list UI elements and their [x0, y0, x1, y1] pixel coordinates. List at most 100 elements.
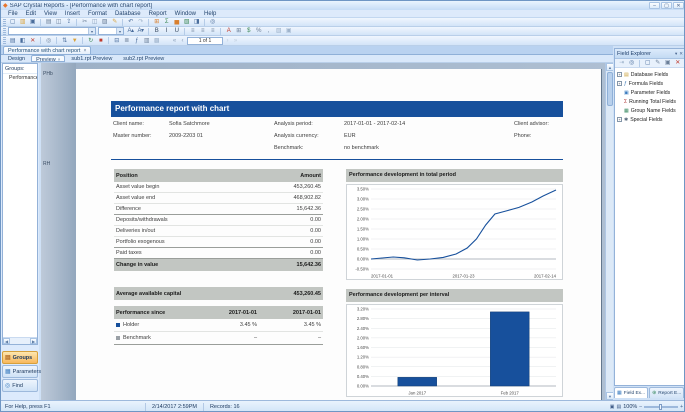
next-page-icon[interactable]: ›	[224, 38, 231, 44]
section-expert-icon[interactable]: ≣	[122, 37, 131, 45]
view-tab-sub1-rpt-preview[interactable]: sub1.rpt Preview	[66, 55, 117, 62]
find-icon[interactable]: ◎	[208, 18, 217, 26]
close-button-icon[interactable]: ✕	[673, 2, 684, 9]
paste-icon[interactable]: ▨	[100, 18, 109, 26]
toggle-group-tree-icon[interactable]: ▤	[8, 37, 17, 45]
delete-item-icon[interactable]: ✕	[673, 59, 682, 67]
insert-picture-icon[interactable]: ▧	[182, 18, 191, 26]
print-icon[interactable]: ▤	[44, 18, 53, 26]
sidebar-button-find[interactable]: ◎Find	[2, 379, 38, 392]
database-expert-icon[interactable]: ▥	[142, 37, 151, 45]
close-view-icon[interactable]: ✕	[28, 37, 37, 45]
field-explorer-item-database-fields[interactable]: +▤Database Fields	[615, 70, 685, 79]
decrease-font-icon[interactable]: A▾	[136, 27, 145, 35]
save-icon[interactable]: ▣	[28, 18, 37, 26]
currency-icon[interactable]: $	[244, 27, 253, 35]
insert-group-icon[interactable]: ⊞	[152, 18, 161, 26]
scrollbar-thumb[interactable]	[607, 72, 613, 106]
new-report-icon[interactable]: ▢	[8, 18, 17, 26]
menu-help[interactable]: Help	[200, 11, 220, 17]
menu-report[interactable]: Report	[145, 11, 171, 17]
expand-icon[interactable]: +	[617, 72, 622, 77]
close-tab-icon[interactable]: ×	[83, 48, 86, 54]
format-painter-icon[interactable]: ✎	[110, 18, 119, 26]
font-select[interactable]: ▾	[8, 27, 96, 35]
toolbar-grip[interactable]	[3, 37, 6, 44]
menu-window[interactable]: Window	[171, 11, 200, 17]
parameter-panel-icon[interactable]: ◧	[18, 37, 27, 45]
border-icon[interactable]: ⊞	[234, 27, 243, 35]
first-page-icon[interactable]: «	[171, 38, 178, 44]
duplicate-item-icon[interactable]: ▣	[663, 59, 672, 67]
document-tab[interactable]: Performance with chart report ×	[3, 46, 91, 54]
close-panel-icon[interactable]: ✕	[679, 51, 683, 57]
zoom-in-icon[interactable]: +	[680, 404, 683, 410]
percent-icon[interactable]: %	[254, 27, 263, 35]
find-text-icon[interactable]: ◎	[44, 37, 53, 45]
font-color-icon[interactable]: A	[224, 27, 233, 35]
view-tab-design[interactable]: Design	[3, 55, 30, 62]
increase-font-icon[interactable]: A▴	[126, 27, 135, 35]
field-explorer-item-special-fields[interactable]: +✱Special Fields	[615, 115, 685, 124]
ole-object-icon[interactable]: ▩	[152, 37, 161, 45]
expand-icon[interactable]: +	[617, 81, 622, 86]
zoom-out-icon[interactable]: –	[639, 404, 642, 410]
toolbar-grip[interactable]	[3, 19, 6, 26]
group-expert-icon[interactable]: ⊟	[112, 37, 121, 45]
last-page-icon[interactable]: »	[232, 38, 239, 44]
font-size-select[interactable]: ▾	[98, 27, 124, 35]
align-center-icon[interactable]: ≡	[198, 27, 207, 35]
explorer-tab-report-e[interactable]: ⊕Report E...	[649, 387, 684, 398]
close-preview-icon[interactable]: ×	[58, 57, 61, 62]
sidebar-button-groups[interactable]: ▤Groups	[2, 351, 38, 364]
insert-subreport-icon[interactable]: ◨	[192, 18, 201, 26]
edit-item-icon[interactable]: ✎	[653, 59, 662, 67]
undo-icon[interactable]: ↶	[126, 18, 135, 26]
align-right-icon[interactable]: ≡	[208, 27, 217, 35]
field-explorer-item-running-total-fields[interactable]: ΣRunning Total Fields	[615, 97, 685, 106]
formula-workshop-icon[interactable]: ƒ	[132, 37, 141, 45]
open-icon[interactable]: ▥	[18, 18, 27, 26]
menu-insert[interactable]: Insert	[61, 11, 84, 17]
browse-data-icon[interactable]: ◎	[627, 59, 636, 67]
scroll-up-icon[interactable]: ▲	[606, 63, 613, 71]
page-layout-icon[interactable]: ▣	[610, 404, 615, 410]
new-item-icon[interactable]: ▢	[643, 59, 652, 67]
insert-summary-icon[interactable]: Σ	[162, 18, 171, 26]
sidebar-hscrollbar[interactable]: ◀ ▶	[3, 337, 37, 344]
print-preview-icon[interactable]: ◫	[54, 18, 63, 26]
page-number-field[interactable]: 1 of 1	[187, 37, 223, 45]
maximize-button-icon[interactable]: ▢	[661, 2, 672, 9]
previous-page-icon[interactable]: ‹	[179, 38, 186, 44]
menu-database[interactable]: Database	[111, 11, 145, 17]
sort-ascending-icon[interactable]: ⇅	[60, 37, 69, 45]
suppress-icon[interactable]: ▧	[274, 27, 283, 35]
comma-icon[interactable]: ,	[264, 27, 273, 35]
expand-icon[interactable]: +	[617, 117, 622, 122]
continuous-layout-icon[interactable]: ▤	[616, 404, 621, 410]
align-left-icon[interactable]: ≡	[188, 27, 197, 35]
menu-view[interactable]: View	[40, 11, 61, 17]
view-tab-sub2-rpt-preview[interactable]: sub2.rpt Preview	[118, 55, 169, 62]
toolbar-grip[interactable]	[3, 28, 6, 35]
minimize-button-icon[interactable]: –	[649, 2, 660, 9]
copy-icon[interactable]: ◫	[90, 18, 99, 26]
field-explorer-item-parameter-fields[interactable]: ▣Parameter Fields	[615, 88, 685, 97]
cut-icon[interactable]: ✂	[80, 18, 89, 26]
redo-icon[interactable]: ↷	[136, 18, 145, 26]
underline-icon[interactable]: U	[172, 27, 181, 35]
scroll-down-icon[interactable]: ▼	[606, 392, 613, 400]
menu-format[interactable]: Format	[84, 11, 111, 17]
sidebar-button-parameters[interactable]: ▦Parameters	[2, 365, 38, 378]
export-icon[interactable]: ⇪	[64, 18, 73, 26]
refresh-icon[interactable]: ↻	[86, 37, 95, 45]
menu-file[interactable]: File	[4, 11, 22, 17]
field-explorer-item-group-name-fields[interactable]: ▦Group Name Fields	[615, 106, 685, 115]
zoom-slider-thumb[interactable]	[659, 404, 662, 410]
scroll-right-icon[interactable]: ▶	[30, 338, 37, 344]
view-tab-preview[interactable]: Preview×	[31, 55, 65, 62]
insert-to-report-icon[interactable]: ⇥	[617, 59, 626, 67]
select-expert-icon[interactable]: ▼	[70, 37, 79, 45]
zoom-slider[interactable]	[644, 406, 678, 408]
group-tree-item[interactable]: Performance wit	[3, 74, 37, 81]
